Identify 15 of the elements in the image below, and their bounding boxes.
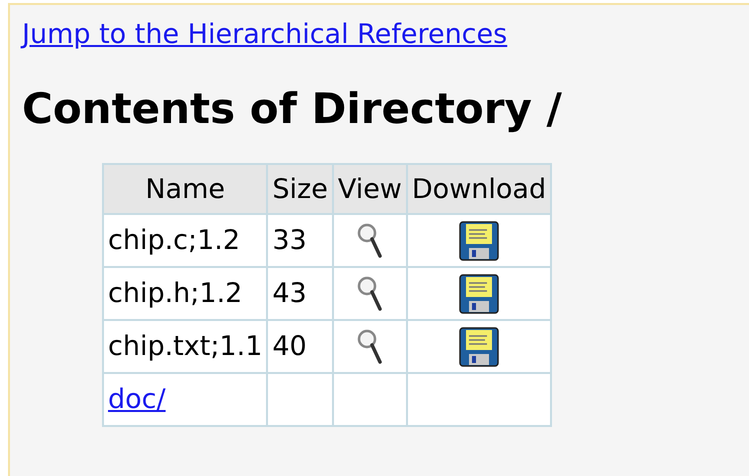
magnifier-icon[interactable] bbox=[356, 222, 383, 258]
column-header: Size bbox=[267, 164, 333, 214]
magnifier-icon[interactable] bbox=[356, 328, 383, 364]
table-cell: chip.c;1.2 bbox=[103, 214, 268, 267]
table-cell: chip.txt;1.1 bbox=[103, 320, 268, 373]
column-header: Name bbox=[103, 164, 268, 214]
table-cell: 43 bbox=[267, 267, 333, 320]
table-cell: 40 bbox=[267, 320, 333, 373]
jump-link[interactable]: Jump to the Hierarchical References bbox=[22, 19, 508, 50]
column-header: Download bbox=[406, 164, 552, 214]
table-cell: 33 bbox=[267, 214, 333, 267]
page-heading: Contents of Directory / bbox=[22, 84, 563, 133]
magnifier-icon[interactable] bbox=[356, 276, 383, 312]
table-cell: chip.h;1.2 bbox=[103, 267, 268, 320]
column-header: View bbox=[332, 164, 407, 214]
